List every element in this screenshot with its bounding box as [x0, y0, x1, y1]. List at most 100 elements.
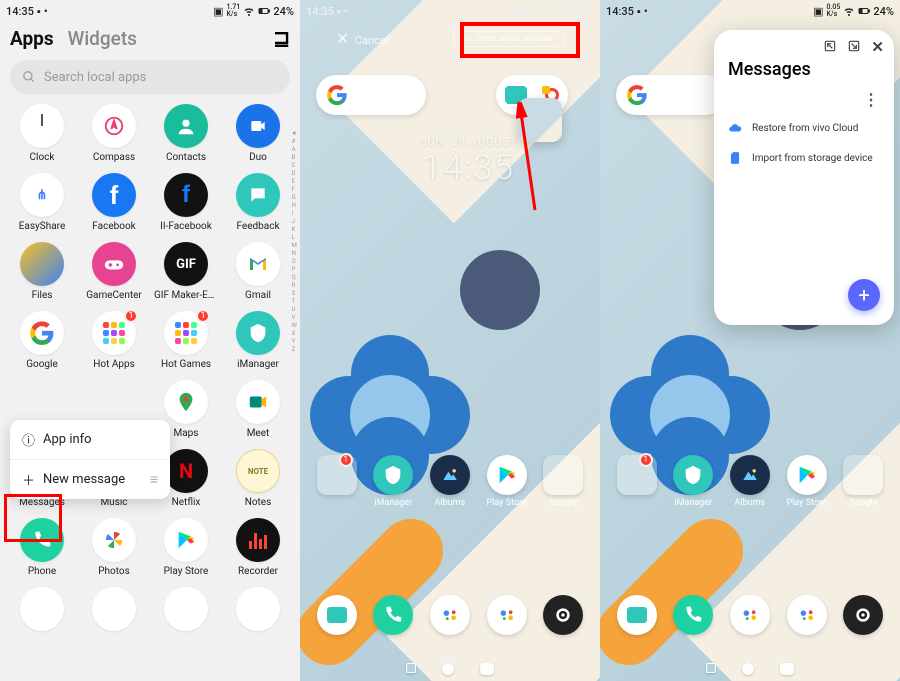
tab-apps[interactable]: Apps	[10, 27, 54, 50]
dock-app[interactable]	[617, 595, 657, 635]
index-letter[interactable]: K	[292, 226, 297, 233]
search-input[interactable]: Search local apps	[10, 60, 290, 94]
index-letter[interactable]: B	[292, 154, 297, 161]
index-letter[interactable]: A	[292, 146, 297, 153]
more-menu-button[interactable]: ⋮	[714, 90, 894, 113]
google-search-pill[interactable]	[316, 75, 426, 115]
ic-messages-icon	[317, 595, 357, 635]
index-letter[interactable]: O	[292, 258, 297, 265]
dock-app[interactable]	[843, 595, 883, 635]
dock-app[interactable]	[317, 595, 357, 635]
index-letter[interactable]: G	[292, 194, 297, 201]
dock-app[interactable]	[487, 595, 527, 635]
app-gmail[interactable]: Gmail	[222, 242, 294, 301]
google-g-icon	[326, 84, 348, 106]
index-letter[interactable]: P	[292, 266, 297, 273]
app-clock[interactable]: Clock	[6, 104, 78, 163]
dock-app[interactable]: iManager	[373, 455, 413, 508]
nav-bar[interactable]	[300, 663, 600, 675]
index-letter[interactable]: C	[292, 162, 297, 169]
index-letter[interactable]: H	[292, 202, 297, 209]
app-contacts[interactable]: Contacts	[150, 104, 222, 163]
battery-icon	[558, 5, 570, 17]
index-letter[interactable]: E	[292, 178, 297, 185]
app-ii-facebook[interactable]: fII-Facebook	[150, 173, 222, 232]
app-imanager[interactable]: iManager	[222, 311, 294, 370]
app-[interactable]	[78, 587, 150, 635]
index-letter[interactable]: T	[292, 298, 297, 305]
app-feedback[interactable]: Feedback	[222, 173, 294, 232]
app-[interactable]	[222, 587, 294, 635]
battery-icon	[258, 5, 270, 17]
app-gamecenter[interactable]: GameCenter	[78, 242, 150, 301]
popup-restore-item[interactable]: Restore from vivo Cloud	[714, 113, 894, 143]
app-files[interactable]: Files	[6, 242, 78, 301]
app-notes[interactable]: NOTENotes	[222, 449, 294, 508]
popup-import-item[interactable]: Import from storage device	[714, 143, 894, 173]
index-letter[interactable]: N	[292, 250, 297, 257]
app-gif-maker-edit-[interactable]: GIFGIF Maker-Edit..	[150, 242, 222, 301]
app-facebook[interactable]: fFacebook	[78, 173, 150, 232]
dock-app[interactable]	[430, 595, 470, 635]
index-letter[interactable]: Y	[292, 338, 297, 345]
ctx-new-message[interactable]: ＋ New message ≡	[10, 459, 170, 499]
dock-app[interactable]	[543, 595, 583, 635]
nav-bar[interactable]	[600, 663, 900, 675]
cancel-button[interactable]: ✕ Cancel	[336, 31, 388, 47]
compose-fab[interactable]: +	[848, 279, 880, 311]
close-icon[interactable]: ✕	[871, 38, 884, 57]
index-letter[interactable]: V	[292, 314, 297, 321]
ic-compass-icon	[92, 104, 136, 148]
minimize-icon[interactable]	[823, 38, 837, 57]
dock-app[interactable]: Albums	[730, 455, 770, 508]
google-search-pill[interactable]	[616, 75, 726, 115]
index-letter[interactable]: Z	[292, 346, 297, 353]
ctx-app-info[interactable]: ⓘ App info	[10, 420, 170, 459]
index-letter[interactable]: J	[292, 218, 297, 225]
index-letter[interactable]: I	[292, 210, 297, 217]
app-meet[interactable]: Meet	[222, 380, 294, 439]
tab-widgets[interactable]: Widgets	[68, 27, 137, 50]
app-play-store[interactable]: Play Store	[150, 518, 222, 577]
app-google[interactable]: Google	[6, 311, 78, 370]
dock-app[interactable]	[787, 595, 827, 635]
app-[interactable]	[6, 587, 78, 635]
index-letter[interactable]: U	[292, 306, 297, 313]
index-letter[interactable]: X	[292, 330, 297, 337]
index-letter[interactable]: W	[292, 322, 297, 329]
dock-app[interactable]	[730, 595, 770, 635]
home-clock-widget[interactable]: SUN, 29 AUGUST 14:35	[420, 135, 517, 188]
dock-app[interactable]: Albums	[430, 455, 470, 508]
index-letter[interactable]: S	[292, 290, 297, 297]
app-label: iManager	[674, 498, 712, 508]
drawer-menu-button[interactable]: ⊒	[273, 26, 290, 50]
index-letter[interactable]: L	[292, 234, 297, 241]
index-letter[interactable]: D	[292, 170, 297, 177]
dock-app[interactable]	[373, 595, 413, 635]
app-recorder[interactable]: Recorder	[222, 518, 294, 577]
app-easyshare[interactable]: ⋔EasyShare	[6, 173, 78, 232]
dock-app[interactable]: 1	[617, 455, 657, 508]
index-letter[interactable]: M	[292, 242, 297, 249]
index-letter[interactable]: Q	[292, 274, 297, 281]
app-[interactable]	[150, 587, 222, 635]
dock-app[interactable]: iManager	[673, 455, 713, 508]
app-photos[interactable]: Photos	[78, 518, 150, 577]
app-duo[interactable]: Duo	[222, 104, 294, 163]
dock-app[interactable]: Google	[543, 455, 583, 508]
dock-app[interactable]	[673, 595, 713, 635]
app-compass[interactable]: Compass	[78, 104, 150, 163]
maximize-icon[interactable]	[847, 38, 861, 57]
index-letter[interactable]: #	[292, 138, 297, 145]
app-hot-apps[interactable]: 1Hot Apps	[78, 311, 150, 370]
dock-app[interactable]: 1	[317, 455, 357, 508]
dock-app[interactable]: Play Store	[486, 455, 526, 508]
alpha-index[interactable]: ★#ABCDEFGHIJKLMNOPQRSTUVWXYZ	[292, 130, 297, 353]
index-letter[interactable]: R	[292, 282, 297, 289]
app-label: Google	[26, 359, 58, 370]
dock-app[interactable]: Play Store	[786, 455, 826, 508]
index-letter[interactable]: ★	[292, 130, 297, 137]
app-hot-games[interactable]: 1Hot Games	[150, 311, 222, 370]
dock-app[interactable]: Google	[843, 455, 883, 508]
index-letter[interactable]: F	[292, 186, 297, 193]
